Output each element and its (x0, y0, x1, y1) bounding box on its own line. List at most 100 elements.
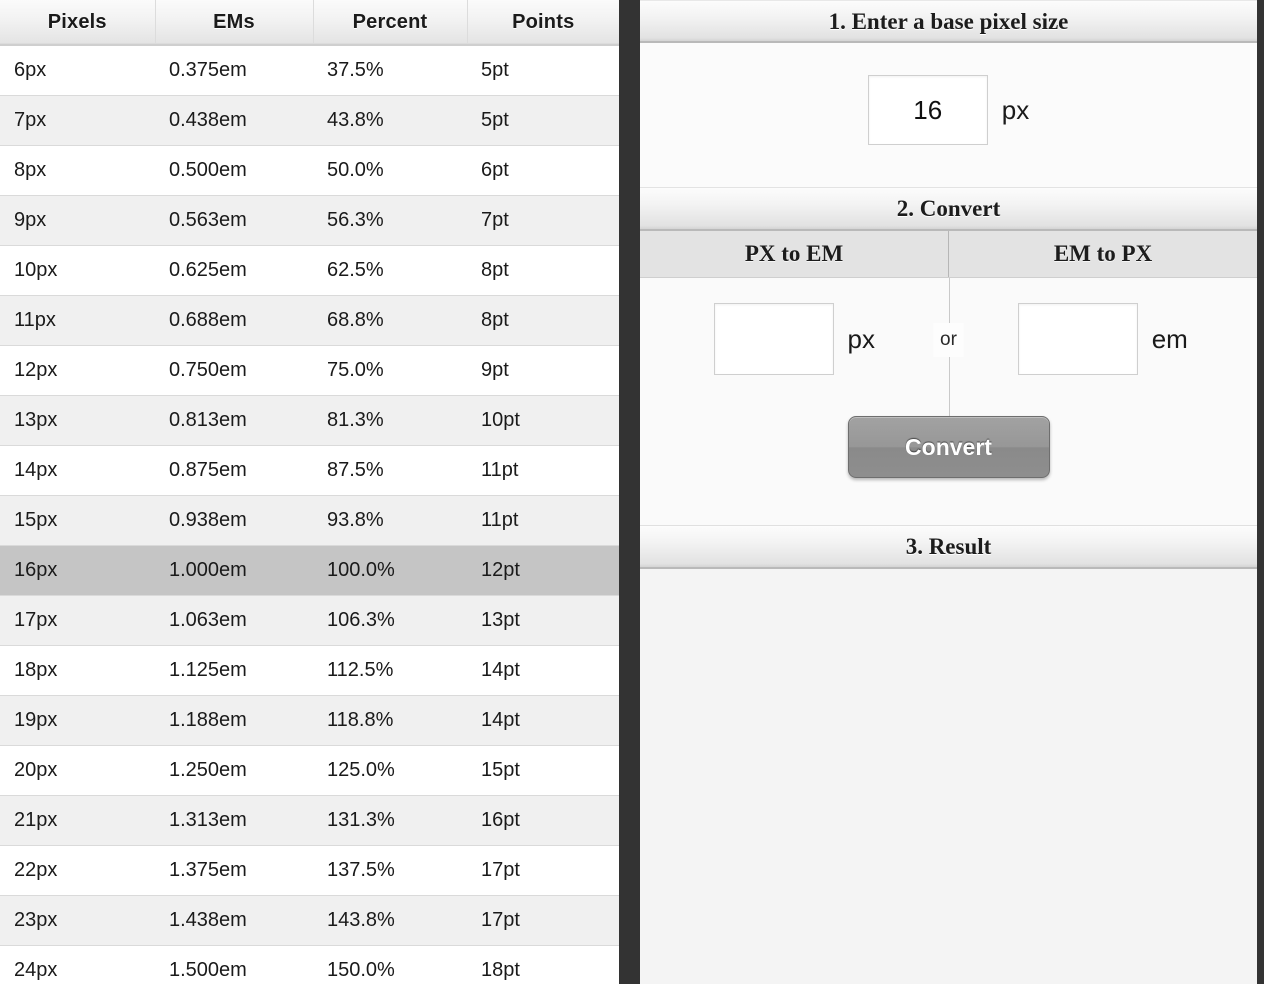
px-to-em-group: px (640, 303, 949, 375)
table-row[interactable]: 7px 0.438em 43.8% 5pt (0, 95, 619, 146)
cell-points: 16pt (467, 795, 619, 846)
table-row[interactable]: 10px 0.625em 62.5% 8pt (0, 245, 619, 296)
cell-percent: 137.5% (313, 845, 467, 896)
cell-ems: 1.188em (155, 695, 313, 746)
cell-pixels: 15px (0, 495, 155, 546)
cell-ems: 0.938em (155, 495, 313, 546)
cell-pixels: 6px (0, 45, 155, 96)
column-header-ems[interactable]: EMs (155, 0, 314, 46)
em-input[interactable] (1017, 303, 1138, 375)
reference-table-panel: Pixels EMs Percent Points 6px 0.375em 37.5… (0, 0, 619, 984)
column-header-percent[interactable]: Percent (313, 0, 468, 46)
table-row[interactable]: 15px 0.938em 93.8% 11pt (0, 495, 619, 546)
cell-points: 5pt (467, 45, 619, 96)
column-header-pixels[interactable]: Pixels (0, 0, 156, 46)
cell-points: 10pt (467, 395, 619, 446)
cell-points: 13pt (467, 595, 619, 646)
step2-heading: 2. Convert (640, 188, 1257, 231)
table-row[interactable]: 8px 0.500em 50.0% 6pt (0, 145, 619, 196)
step1-heading: 1. Enter a base pixel size (640, 0, 1257, 43)
cell-ems: 0.688em (155, 295, 313, 346)
cell-pixels: 7px (0, 95, 155, 146)
table-row[interactable]: 19px 1.188em 118.8% 14pt (0, 695, 619, 746)
app-root: Pixels EMs Percent Points 6px 0.375em 37.5… (0, 0, 1264, 984)
cell-ems: 1.313em (155, 795, 313, 846)
base-pixel-size-input[interactable] (867, 75, 988, 145)
step3-heading: 3. Result (640, 526, 1257, 569)
conversion-direction-headers: PX to EM EM to PX (640, 231, 1257, 278)
table-row[interactable]: 17px 1.063em 106.3% 13pt (0, 595, 619, 646)
cell-ems: 0.813em (155, 395, 313, 446)
table-header: Pixels EMs Percent Points (0, 0, 619, 46)
cell-pixels: 20px (0, 745, 155, 796)
table-row[interactable]: 6px 0.375em 37.5% 5pt (0, 45, 619, 96)
step1-body: px (640, 43, 1257, 188)
cell-ems: 0.625em (155, 245, 313, 296)
cell-points: 14pt (467, 645, 619, 696)
converter-panel: 1. Enter a base pixel size px 2. Convert… (640, 0, 1257, 984)
table-row[interactable]: 12px 0.750em 75.0% 9pt (0, 345, 619, 396)
table-row[interactable]: 21px 1.313em 131.3% 16pt (0, 795, 619, 846)
cell-pixels: 22px (0, 845, 155, 896)
cell-points: 8pt (467, 295, 619, 346)
cell-ems: 1.438em (155, 895, 313, 946)
column-header-points[interactable]: Points (467, 0, 619, 46)
cell-ems: 1.500em (155, 945, 313, 984)
cell-percent: 62.5% (313, 245, 467, 296)
table-row[interactable]: 18px 1.125em 112.5% 14pt (0, 645, 619, 696)
cell-percent: 50.0% (313, 145, 467, 196)
step2-body: px em or Convert (640, 278, 1257, 526)
cell-pixels: 19px (0, 695, 155, 746)
table-body: 6px 0.375em 37.5% 5pt 7px 0.438em 43.8% 5pt 8px 0… (0, 45, 619, 984)
cell-percent: 43.8% (313, 95, 467, 146)
cell-percent: 125.0% (313, 745, 467, 796)
cell-pixels: 18px (0, 645, 155, 696)
cell-points: 15pt (467, 745, 619, 796)
cell-ems: 1.063em (155, 595, 313, 646)
convert-button[interactable]: Convert (847, 416, 1050, 478)
cell-percent: 106.3% (313, 595, 467, 646)
header-em-to-px[interactable]: EM to PX (949, 231, 1257, 277)
cell-ems: 1.375em (155, 845, 313, 896)
cell-ems: 0.438em (155, 95, 313, 146)
cell-percent: 56.3% (313, 195, 467, 246)
table-row[interactable]: 23px 1.438em 143.8% 17pt (0, 895, 619, 946)
header-px-to-em[interactable]: PX to EM (640, 231, 949, 277)
em-unit-label: em (1151, 323, 1188, 354)
cell-pixels: 23px (0, 895, 155, 946)
cell-points: 11pt (467, 495, 619, 546)
cell-pixels: 12px (0, 345, 155, 396)
cell-ems: 0.500em (155, 145, 313, 196)
px-input[interactable] (713, 303, 834, 375)
cell-ems: 0.375em (155, 45, 313, 96)
cell-pixels: 9px (0, 195, 155, 246)
cell-ems: 1.250em (155, 745, 313, 796)
table-row[interactable]: 9px 0.563em 56.3% 7pt (0, 195, 619, 246)
table-row[interactable]: 24px 1.500em 150.0% 18pt (0, 945, 619, 984)
cell-ems: 0.563em (155, 195, 313, 246)
cell-pixels: 14px (0, 445, 155, 496)
table-row[interactable]: 22px 1.375em 137.5% 17pt (0, 845, 619, 896)
table-row[interactable]: 14px 0.875em 87.5% 11pt (0, 445, 619, 496)
base-pixel-unit-label: px (1001, 94, 1030, 125)
cell-points: 12pt (467, 545, 619, 596)
cell-percent: 75.0% (313, 345, 467, 396)
cell-pixels: 11px (0, 295, 155, 346)
cell-percent: 68.8% (313, 295, 467, 346)
result-area (640, 569, 1257, 977)
table-row[interactable]: 16px 1.000em 100.0% 12pt (0, 545, 619, 596)
table-row[interactable]: 13px 0.813em 81.3% 10pt (0, 395, 619, 446)
cell-ems: 1.125em (155, 645, 313, 696)
cell-pixels: 16px (0, 545, 155, 596)
cell-points: 11pt (467, 445, 619, 496)
table-row[interactable]: 11px 0.688em 68.8% 8pt (0, 295, 619, 346)
cell-points: 6pt (467, 145, 619, 196)
cell-points: 17pt (467, 845, 619, 896)
cell-pixels: 8px (0, 145, 155, 196)
table-row[interactable]: 20px 1.250em 125.0% 15pt (0, 745, 619, 796)
cell-percent: 37.5% (313, 45, 467, 96)
cell-percent: 100.0% (313, 545, 467, 596)
cell-points: 14pt (467, 695, 619, 746)
cell-points: 18pt (467, 945, 619, 984)
cell-points: 17pt (467, 895, 619, 946)
